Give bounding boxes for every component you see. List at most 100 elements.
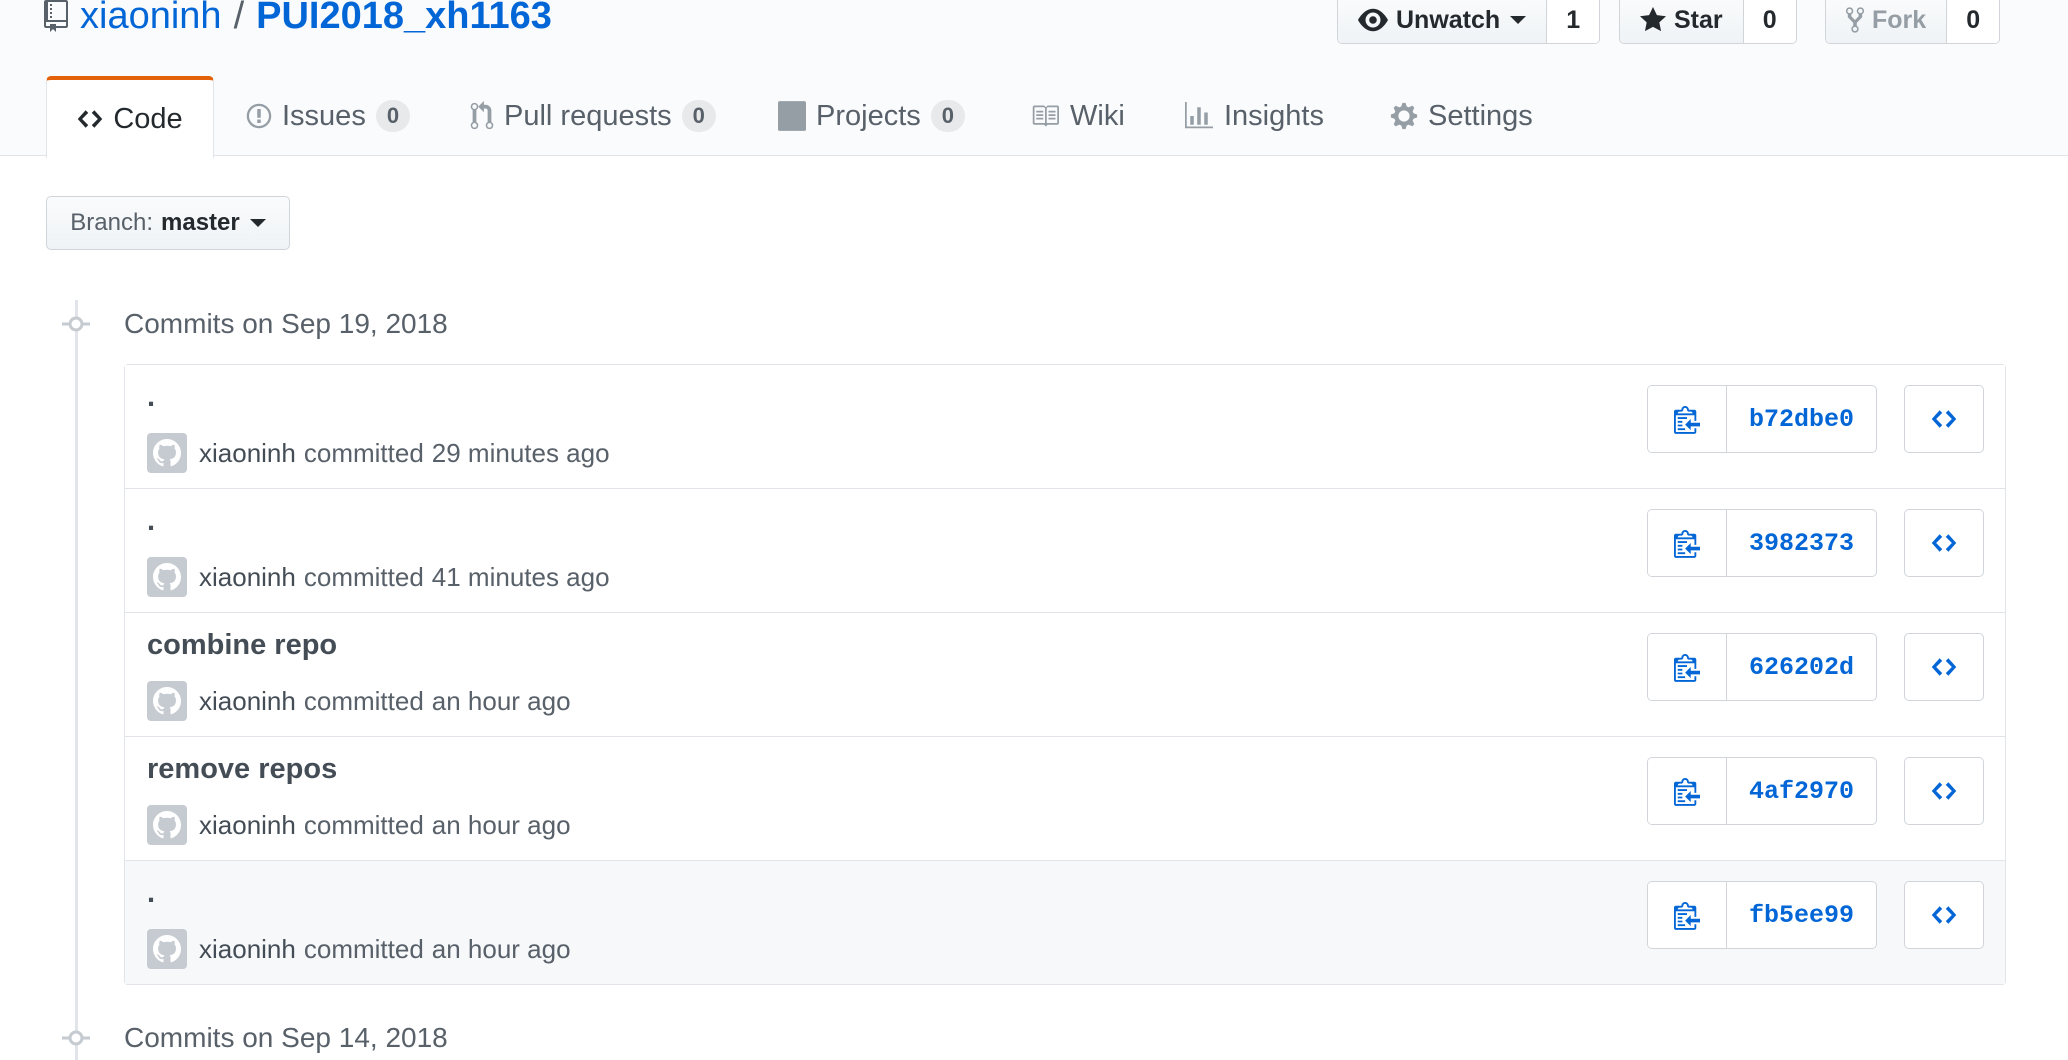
copy-sha-button[interactable] [1648, 758, 1727, 824]
stargazers-count[interactable]: 0 [1743, 0, 1796, 43]
commit-verb: committed [303, 933, 424, 964]
commit-sha-link[interactable]: 3982373 [1727, 510, 1876, 576]
commit-sha-link[interactable]: 4af2970 [1727, 758, 1876, 824]
commit-verb: committed [303, 685, 424, 716]
forks-count[interactable]: 0 [1947, 0, 2000, 43]
commit-author[interactable]: xiaoninh [199, 934, 296, 965]
copy-sha-button[interactable] [1648, 386, 1727, 452]
repo-owner-link[interactable]: xiaoninh [80, 0, 222, 38]
code-icon [1931, 534, 1957, 552]
commit-meta: xiaoninh committed an hour ago [147, 681, 571, 721]
commit-message[interactable]: . [147, 505, 155, 538]
commit-sha-link[interactable]: fb5ee99 [1727, 882, 1876, 948]
commit-time: an hour ago [431, 809, 571, 840]
copy-sha-button[interactable] [1648, 634, 1727, 700]
copy-sha-button[interactable] [1648, 510, 1727, 576]
commit-verb: committed [303, 437, 424, 468]
tab-projects[interactable]: Projects 0 [778, 76, 966, 156]
commit-message[interactable]: combine repo [147, 629, 337, 662]
tab-code-label: Code [113, 102, 183, 135]
fork-button-group: Fork 0 [1825, 0, 2001, 44]
commit-list: . xiaoninh committed 29 minutes ago b72d… [124, 364, 2006, 985]
tab-issues[interactable]: Issues 0 [246, 76, 411, 156]
commit-message[interactable]: . [147, 877, 155, 910]
browse-repo-at-commit-button[interactable] [1904, 757, 1984, 825]
repo-header: xiaoninh / PUI2018_xh1163 Unwatch 1 Star… [0, 0, 2068, 158]
commit-verb: committed [303, 809, 424, 840]
commit-author[interactable]: xiaoninh [199, 562, 296, 593]
repo-title: xiaoninh / PUI2018_xh1163 [44, 0, 552, 40]
commit-group-date: Commits on Sep 19, 2018 [124, 308, 448, 339]
sha-button-group: 626202d [1647, 633, 1877, 701]
sha-button-group: 3982373 [1647, 509, 1877, 577]
commit-group-header: Commits on Sep 19, 2018 [0, 304, 2068, 344]
commit-sha-link[interactable]: 626202d [1727, 634, 1876, 700]
issue-opened-icon [246, 103, 272, 129]
commit-row: remove repos xiaoninh committed an hour … [125, 737, 2005, 861]
unwatch-label: Unwatch [1396, 5, 1501, 34]
branch-name: master [161, 209, 240, 236]
tab-code[interactable]: Code [46, 76, 214, 158]
avatar[interactable] [147, 929, 187, 969]
avatar[interactable] [147, 681, 187, 721]
copy-sha-button[interactable] [1648, 882, 1727, 948]
octocat-icon [153, 439, 181, 467]
eye-icon [1358, 8, 1388, 32]
book-icon [1032, 105, 1059, 127]
tab-wiki[interactable]: Wiki [1030, 76, 1125, 156]
fork-button[interactable]: Fork [1826, 0, 1948, 43]
browse-repo-at-commit-button[interactable] [1904, 633, 1984, 701]
projects-counter: 0 [930, 100, 966, 132]
browse-repo-at-commit-button[interactable] [1904, 385, 1984, 453]
tab-pull-requests-label: Pull requests [504, 99, 672, 132]
clippy-icon [1674, 778, 1700, 806]
avatar[interactable] [147, 433, 187, 473]
branch-selector[interactable]: Branch: master [46, 196, 290, 250]
watch-button-group: Unwatch 1 [1337, 0, 1601, 44]
commit-message[interactable]: . [147, 381, 155, 414]
tab-wiki-label: Wiki [1070, 99, 1125, 132]
repo-name-link[interactable]: PUI2018_xh1163 [256, 0, 552, 38]
clippy-icon [1674, 902, 1700, 930]
tab-issues-label: Issues [282, 99, 366, 132]
git-commit-icon [62, 1030, 90, 1046]
octocat-icon [153, 935, 181, 963]
commit-time: 29 minutes ago [431, 437, 610, 468]
unwatch-button[interactable]: Unwatch [1338, 0, 1548, 43]
code-icon [1931, 658, 1957, 676]
graph-icon [1185, 102, 1213, 129]
code-icon [1931, 906, 1957, 924]
project-icon [778, 101, 806, 131]
code-icon [1931, 782, 1957, 800]
commit-row: . xiaoninh committed 29 minutes ago b72d… [125, 365, 2005, 489]
repo-book-icon [44, 0, 68, 32]
browse-repo-at-commit-button[interactable] [1904, 509, 1984, 577]
commit-verb: committed [303, 561, 424, 592]
commit-author[interactable]: xiaoninh [199, 810, 296, 841]
tab-pull-requests[interactable]: Pull requests 0 [470, 76, 716, 156]
avatar[interactable] [147, 805, 187, 845]
sha-button-group: 4af2970 [1647, 757, 1877, 825]
watchers-count[interactable]: 1 [1547, 0, 1600, 43]
star-button[interactable]: Star [1620, 0, 1744, 43]
commit-message[interactable]: remove repos [147, 753, 337, 786]
tab-settings[interactable]: Settings [1390, 76, 1533, 156]
branch-prefix: Branch: [70, 209, 153, 236]
commit-sha-link[interactable]: b72dbe0 [1727, 386, 1876, 452]
octocat-icon [153, 687, 181, 715]
star-icon [1640, 7, 1666, 32]
tab-insights[interactable]: Insights [1184, 76, 1324, 156]
gear-icon [1390, 102, 1418, 130]
commit-meta: xiaoninh committed an hour ago [147, 805, 571, 845]
code-icon [78, 110, 103, 128]
clippy-icon [1674, 654, 1700, 682]
git-commit-icon [62, 316, 90, 332]
browse-repo-at-commit-button[interactable] [1904, 881, 1984, 949]
commit-meta: xiaoninh committed an hour ago [147, 929, 571, 969]
commit-author[interactable]: xiaoninh [199, 686, 296, 717]
code-icon [1931, 410, 1957, 428]
commit-author[interactable]: xiaoninh [199, 438, 296, 469]
avatar[interactable] [147, 557, 187, 597]
fork-icon [1846, 7, 1864, 33]
clippy-icon [1674, 530, 1700, 558]
